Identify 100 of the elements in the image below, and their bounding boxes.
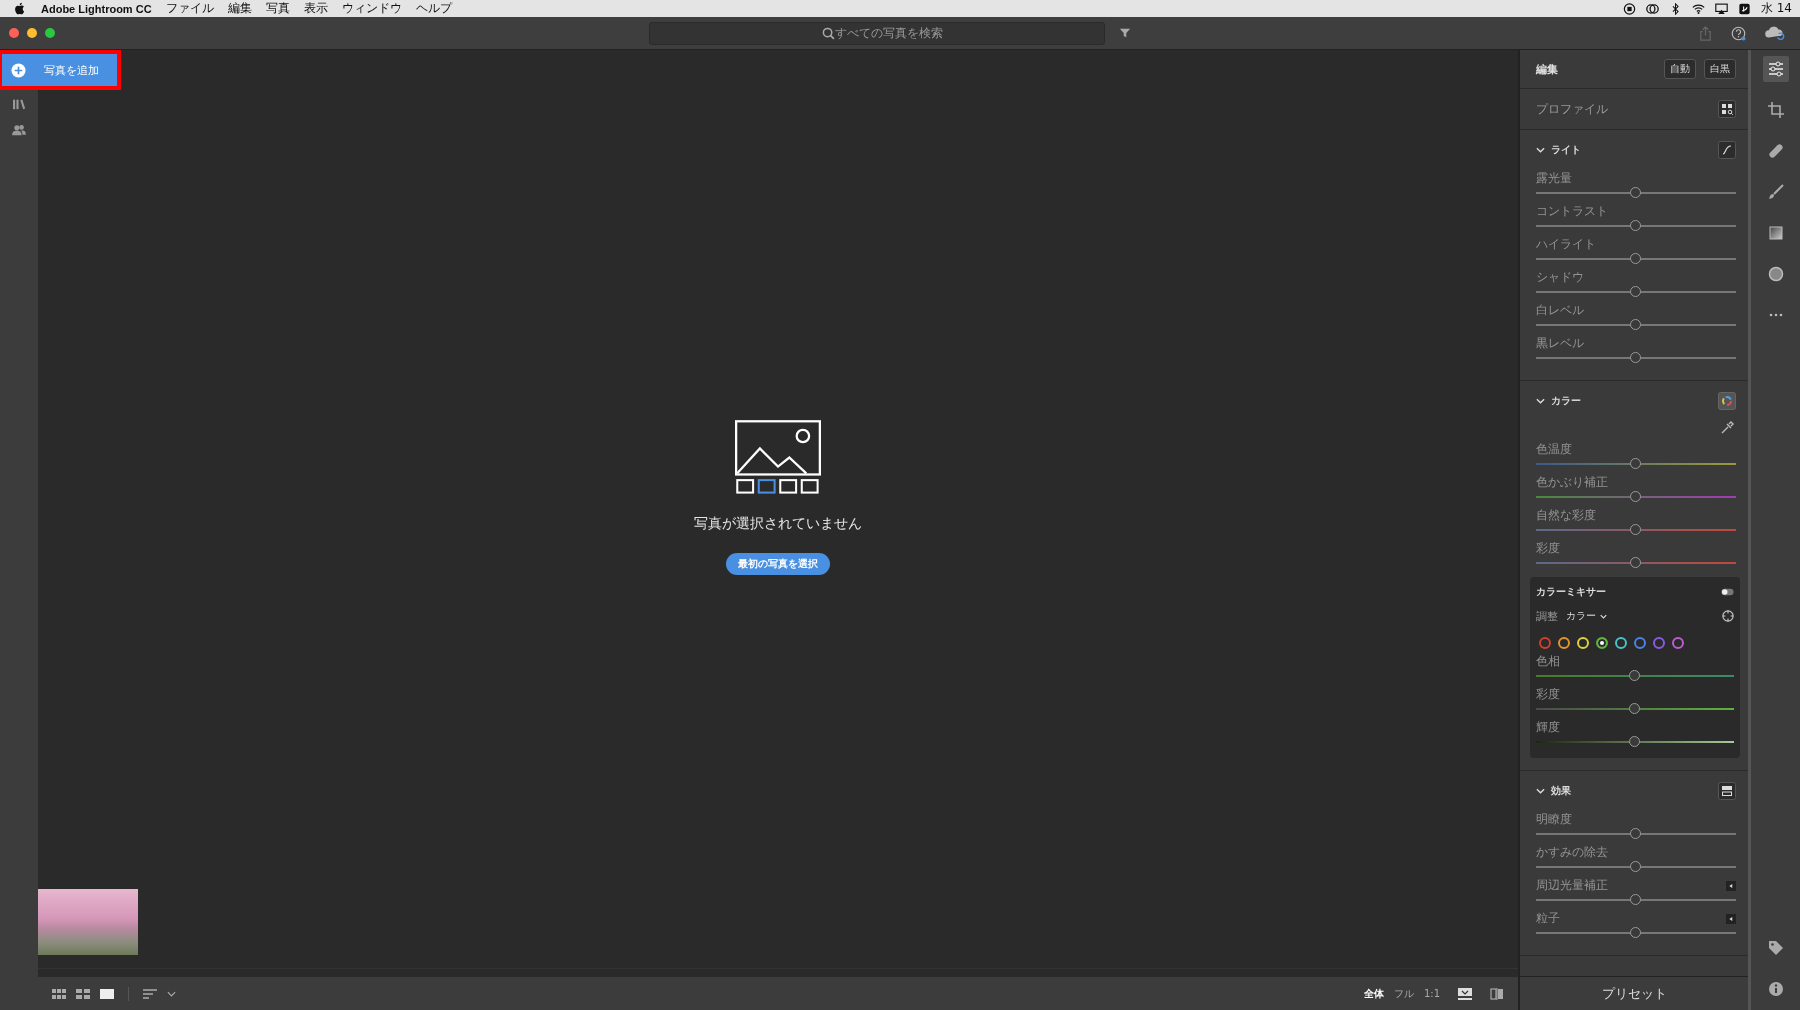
slider-label: 彩度 [1536, 540, 1560, 557]
empty-state-message: 写真が選択されていません [694, 514, 862, 533]
color-swatch[interactable] [1634, 637, 1646, 649]
color-swatch[interactable] [1672, 637, 1684, 649]
slider-label: 白レベル [1536, 302, 1584, 319]
expand-arrow-icon[interactable] [1726, 880, 1736, 891]
menu-item[interactable]: 編集 [227, 0, 252, 17]
menu-item[interactable]: ヘルプ [415, 0, 452, 17]
toggle-icon[interactable] [1721, 588, 1734, 596]
color-swatch[interactable] [1615, 637, 1627, 649]
slider-label: 黒レベル [1536, 335, 1584, 352]
chevron-icon[interactable] [1536, 398, 1545, 404]
eyedropper-icon[interactable] [1720, 421, 1734, 435]
expand-arrow-icon[interactable] [1726, 913, 1736, 924]
zoom-window-button[interactable] [45, 28, 55, 38]
people-icon[interactable] [12, 124, 26, 136]
record-icon[interactable] [1622, 2, 1636, 15]
slider-thumb[interactable] [1630, 286, 1641, 297]
slider-thumb[interactable] [1630, 319, 1641, 330]
slider-thumb[interactable] [1629, 703, 1640, 714]
input-source-icon[interactable] [1737, 2, 1751, 15]
slider-label: ハイライト [1536, 236, 1596, 253]
profile-browser-icon[interactable] [1718, 100, 1736, 118]
adjust-dropdown[interactable]: カラー [1566, 609, 1607, 623]
slider-thumb[interactable] [1630, 828, 1641, 839]
slider-thumb[interactable] [1630, 894, 1641, 905]
menu-item[interactable]: ファイル [165, 0, 214, 17]
cloud-sync-icon[interactable] [1764, 25, 1786, 41]
menu-item[interactable]: 写真 [265, 0, 290, 17]
photo-placeholder[interactable] [38, 889, 138, 955]
section-title[interactable]: ライト [1551, 143, 1581, 157]
slider-thumb[interactable] [1630, 458, 1641, 469]
slider-thumb[interactable] [1630, 352, 1641, 363]
filmstrip-icon[interactable] [1458, 987, 1472, 1000]
panel-title: 編集 [1536, 61, 1558, 77]
slider-label: 色かぶり補正 [1536, 474, 1608, 491]
airplay-icon[interactable] [1714, 2, 1728, 15]
search-field[interactable]: すべての写真を検索 [649, 21, 1105, 45]
minimize-window-button[interactable] [27, 28, 37, 38]
help-icon[interactable] [1731, 25, 1746, 41]
slider-label: かすみの除去 [1536, 844, 1608, 861]
chevron-icon[interactable] [1536, 788, 1545, 794]
zoom-option[interactable]: 全体 [1363, 986, 1384, 1001]
zoom-option[interactable]: 1:1 [1423, 988, 1440, 999]
app-name[interactable]: Adobe Lightroom CC [41, 2, 152, 15]
slider-thumb[interactable] [1630, 861, 1641, 872]
menu-item[interactable]: ウィンドウ [341, 0, 402, 17]
slider-thumb[interactable] [1629, 736, 1640, 747]
slider-label: 明瞭度 [1536, 811, 1572, 828]
edit-mode-button[interactable]: 白黒 [1704, 59, 1736, 79]
edit-sliders-icon[interactable] [1762, 56, 1789, 82]
slider-thumb[interactable] [1630, 557, 1641, 568]
filter-icon[interactable] [1119, 27, 1131, 39]
rings-icon[interactable] [1645, 2, 1659, 15]
mixer-title: カラーミキサー [1536, 585, 1606, 599]
caret-icon[interactable] [167, 990, 176, 997]
color-swatch[interactable] [1539, 637, 1551, 649]
menu-clock[interactable]: 水 14 [1760, 0, 1792, 17]
wifi-icon[interactable] [1691, 2, 1705, 15]
section-title[interactable]: 効果 [1551, 784, 1571, 798]
sort-icon[interactable] [143, 988, 157, 999]
single-view-icon[interactable] [100, 988, 114, 999]
color-swatch[interactable] [1653, 637, 1665, 649]
slider-thumb[interactable] [1630, 253, 1641, 264]
section-title[interactable]: カラー [1551, 394, 1581, 408]
compare-icon[interactable] [1490, 987, 1504, 1000]
slider-thumb[interactable] [1630, 524, 1641, 535]
slider-thumb[interactable] [1629, 670, 1640, 681]
slider-label: 色相 [1536, 653, 1560, 670]
target-icon[interactable] [1722, 610, 1734, 622]
slider-thumb[interactable] [1630, 220, 1641, 231]
slider-thumb[interactable] [1630, 187, 1641, 198]
color-wheel-icon[interactable] [1718, 392, 1736, 410]
slider-label: 彩度 [1536, 686, 1560, 703]
search-icon [822, 26, 835, 40]
slider-label: コントラスト [1536, 203, 1608, 220]
slider-label: 輝度 [1536, 719, 1560, 736]
zoom-option[interactable]: フル [1393, 986, 1414, 1001]
large-grid-view-icon[interactable] [76, 988, 90, 999]
library-icon[interactable] [12, 98, 26, 110]
slider-label: 粒子 [1536, 910, 1560, 927]
slider-thumb[interactable] [1630, 491, 1641, 502]
add-icon [11, 62, 26, 78]
panel-layout-icon[interactable] [1718, 782, 1736, 800]
apple-logo-icon[interactable] [14, 2, 25, 15]
menu-item[interactable]: 表示 [303, 0, 328, 17]
slider-label: 露光量 [1536, 170, 1572, 187]
edit-mode-button[interactable]: 自動 [1664, 59, 1696, 79]
adjust-label: 調整 [1536, 608, 1558, 624]
chevron-icon[interactable] [1536, 147, 1545, 153]
slider-thumb[interactable] [1630, 927, 1641, 938]
slider-label: 色温度 [1536, 441, 1572, 458]
grid-view-icon[interactable] [52, 988, 66, 999]
profile-label[interactable]: プロファイル [1536, 100, 1608, 118]
tone-curve-icon[interactable] [1718, 141, 1736, 159]
color-swatch[interactable] [1596, 637, 1608, 649]
caret-icon [1600, 613, 1607, 619]
close-window-button[interactable] [9, 28, 19, 38]
slider-label: 周辺光量補正 [1536, 877, 1608, 894]
color-swatch[interactable] [1558, 637, 1570, 649]
